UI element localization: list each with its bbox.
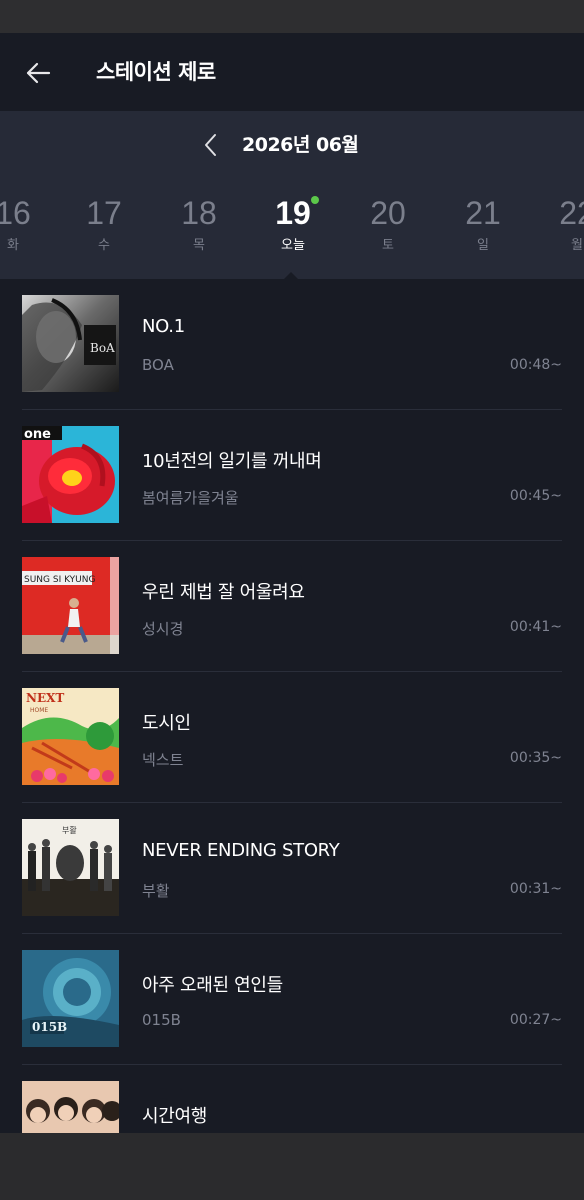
day-item[interactable]: 22 월 [537, 193, 584, 273]
song-item[interactable]: SUNG SI KYUNG 우린 제법 잘 어울려요 성시경 00:41~ [0, 541, 584, 672]
day-of-week: 화 [7, 238, 19, 253]
song-artist: 015B [142, 1011, 181, 1029]
month-nav: 2026년 06월 [0, 123, 584, 167]
song-item[interactable]: 부활 NEVER ENDING STORY 부활 00:31~ [0, 803, 584, 934]
song-artist: 부활 [142, 882, 170, 900]
song-item[interactable]: NEXT HOME 도시인 넥스트 00:35~ [0, 672, 584, 803]
album-cover: one [22, 426, 119, 523]
song-time: 00:35~ [509, 750, 562, 766]
app-header: 스테이션 제로 [0, 33, 584, 111]
song-time: 00:45~ [509, 488, 562, 504]
today-caret [284, 272, 298, 279]
day-number: 16 [0, 195, 31, 231]
day-item[interactable]: 20 토 [348, 193, 428, 273]
day-of-week: 오늘 [281, 238, 305, 253]
song-title: NO.1 [142, 316, 185, 337]
day-number: 20 [370, 195, 406, 231]
arrow-left-icon [26, 62, 51, 84]
album-cover: 부활 [22, 819, 119, 916]
day-item-today[interactable]: 19 오늘 [253, 193, 333, 273]
day-item[interactable]: 16 화 [0, 193, 53, 273]
day-of-week: 토 [382, 238, 394, 253]
day-strip: 16 화 17 수 18 목 19 오늘 20 토 21 일 22 월 [0, 193, 584, 279]
day-number: 19 [275, 195, 311, 231]
svg-text:BoA: BoA [90, 341, 115, 355]
svg-text:부활: 부활 [62, 825, 77, 835]
song-list: BoA NO.1 BOA 00:48~ one 10년전의 일기를 꺼내며 봄여… [0, 279, 584, 1133]
album-cover [22, 1081, 119, 1133]
day-of-week: 수 [98, 238, 110, 253]
song-title: 우린 제법 잘 어울려요 [142, 582, 305, 603]
day-of-week: 일 [477, 238, 489, 253]
day-number: 22 [559, 195, 584, 231]
album-cover: 015B [22, 950, 119, 1047]
song-title: 시간여행 [142, 1106, 208, 1127]
song-item[interactable]: 015B 아주 오래된 연인들 015B 00:27~ [0, 934, 584, 1065]
album-cover: BoA [22, 295, 119, 392]
song-artist: BOA [142, 356, 174, 374]
today-indicator-dot [311, 196, 319, 204]
day-number: 18 [181, 195, 217, 231]
month-label: 2026년 06월 [242, 134, 359, 156]
day-number: 21 [465, 195, 501, 231]
day-item[interactable]: 17 수 [64, 193, 144, 273]
song-item[interactable]: BoA NO.1 BOA 00:48~ [0, 279, 584, 410]
album-cover: SUNG SI KYUNG [22, 557, 119, 654]
day-of-week: 월 [571, 238, 583, 253]
svg-text:HOME: HOME [30, 707, 48, 714]
status-bar [0, 0, 584, 33]
day-item[interactable]: 21 일 [443, 193, 523, 273]
song-artist: 성시경 [142, 620, 184, 638]
prev-month-button[interactable] [192, 123, 228, 167]
date-panel: 2026년 06월 16 화 17 수 18 목 19 오늘 20 토 21 일… [0, 111, 584, 279]
chevron-left-icon [205, 134, 216, 156]
song-artist: 봄여름가을겨울 [142, 489, 239, 507]
svg-text:one: one [24, 427, 51, 442]
day-item[interactable]: 18 목 [159, 193, 239, 273]
song-time: 00:27~ [509, 1012, 562, 1028]
svg-text:SUNG SI KYUNG: SUNG SI KYUNG [24, 575, 95, 585]
page-title: 스테이션 제로 [96, 60, 216, 84]
svg-text:NEXT: NEXT [26, 691, 64, 705]
album-cover: NEXT HOME [22, 688, 119, 785]
song-title: 아주 오래된 연인들 [142, 975, 283, 996]
song-item[interactable]: one 10년전의 일기를 꺼내며 봄여름가을겨울 00:45~ [0, 410, 584, 541]
song-item[interactable]: 시간여행 [0, 1065, 584, 1133]
song-time: 00:48~ [509, 357, 562, 373]
song-title: NEVER ENDING STORY [142, 840, 340, 861]
bottom-bar [0, 1133, 584, 1200]
day-number: 17 [86, 195, 122, 231]
day-of-week: 목 [193, 238, 205, 253]
song-title: 도시인 [142, 713, 191, 734]
song-artist: 넥스트 [142, 751, 184, 769]
song-title: 10년전의 일기를 꺼내며 [142, 451, 322, 472]
svg-text:015B: 015B [32, 1020, 67, 1034]
song-time: 00:31~ [509, 881, 562, 897]
song-time: 00:41~ [509, 619, 562, 635]
back-button[interactable] [18, 53, 58, 93]
